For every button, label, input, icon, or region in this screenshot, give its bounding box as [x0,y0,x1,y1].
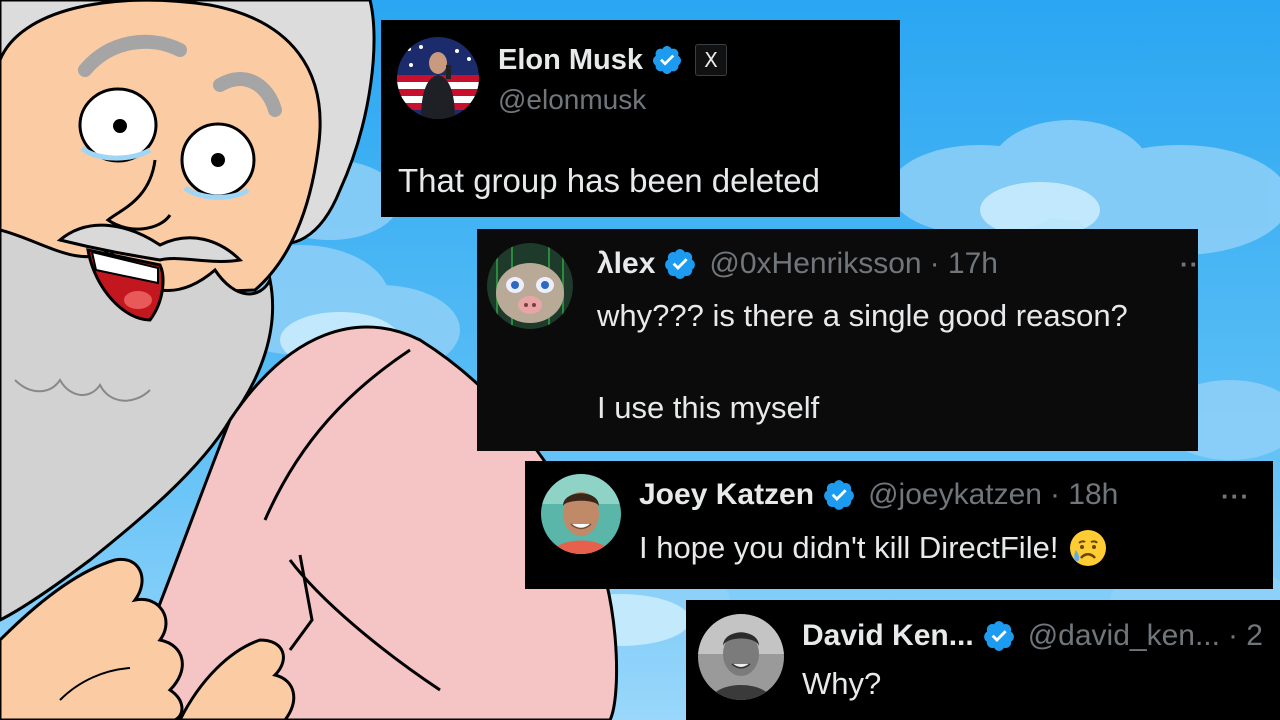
more-options-icon[interactable]: ·· [1180,249,1198,280]
thumbnail-scene: Elon Musk X @elonmusk That group has bee… [0,0,1280,720]
more-options-icon[interactable]: ··· [1221,481,1250,512]
tweet-header: Elon Musk X [498,42,728,78]
display-name[interactable]: Elon Musk [498,44,643,77]
verified-badge-icon [665,249,696,279]
tweet-body-row: I hope you didn't kill DirectFile! [639,528,1108,568]
avatar-alex[interactable] [487,243,573,329]
tweet-body: Why? [802,666,882,701]
tweet-card-alex[interactable]: λlex @0xHenriksson · 17h ·· why??? is th… [477,229,1198,451]
avatar-image [397,37,479,119]
avatar-image [541,474,621,554]
display-name[interactable]: λlex [597,247,655,281]
tweet-body-line2: I use this myself [597,390,820,425]
display-name[interactable]: David Ken... [802,619,974,653]
avatar-david[interactable] [698,614,784,700]
tweet-card-joey[interactable]: Joey Katzen @joeykatzen · 18h ··· I hope… [525,461,1273,589]
timestamp[interactable]: · 17h [930,247,998,281]
avatar-elon[interactable] [397,37,479,119]
timestamp[interactable]: · 2 [1228,619,1263,653]
tweet-header: λlex @0xHenriksson · 17h [597,245,998,283]
handle[interactable]: @0xHenriksson [709,247,921,281]
x-affiliate-icon[interactable]: X [695,44,728,76]
tweet-body-line1: why??? is there a single good reason? [597,298,1128,333]
display-name[interactable]: Joey Katzen [639,478,814,512]
handle[interactable]: @elonmusk [498,84,646,116]
timestamp[interactable]: · 18h [1050,478,1118,512]
x-logo-icon: X [704,48,718,72]
verified-badge-icon [824,480,854,510]
avatar-joey[interactable] [541,474,621,554]
tweet-body: I hope you didn't kill DirectFile! [639,530,1059,565]
tweet-card-elon[interactable]: Elon Musk X @elonmusk That group has bee… [381,20,900,217]
tweet-card-david[interactable]: David Ken... @david_ken... · 2 Why? [686,600,1280,720]
tweet-header: Joey Katzen @joeykatzen · 18h [639,476,1118,514]
verified-badge-icon [983,621,1014,651]
handle[interactable]: @david_ken... [1028,619,1220,653]
avatar-image [698,614,784,700]
verified-badge-icon [653,46,682,74]
sad-tear-emoji [1068,528,1108,568]
avatar-image [487,243,573,329]
tweet-header: David Ken... @david_ken... · 2 [802,617,1263,655]
tweet-body: That group has been deleted [398,162,820,199]
handle[interactable]: @joeykatzen [868,478,1042,512]
